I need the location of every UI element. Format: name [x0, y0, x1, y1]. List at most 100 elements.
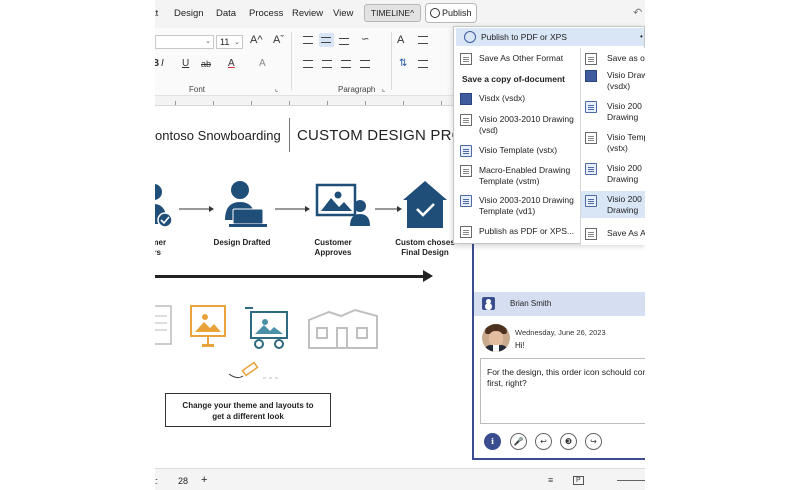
align-middle-button[interactable]	[319, 33, 334, 47]
highlight-button[interactable]: A	[259, 58, 266, 69]
user-icon	[482, 297, 495, 310]
menu-design[interactable]: Design	[174, 8, 204, 19]
customer-icon[interactable]	[155, 184, 173, 228]
ruler-tick	[289, 101, 290, 105]
ribbon-separator	[291, 32, 292, 90]
save-file-icon	[585, 53, 597, 65]
line-spacing-button[interactable]: ⇅	[399, 58, 407, 69]
company-title: ontoso Snowboarding	[155, 128, 281, 143]
save-other-label: Save As Other Format	[479, 53, 564, 63]
font-name-select[interactable]: ⌄	[155, 35, 214, 49]
publish-pdf-item[interactable]: Publish to PDF or XPS •	[456, 28, 644, 46]
comment-date: Wednesday, June 26, 2023	[515, 328, 606, 337]
paragraph-launcher-icon[interactable]: ⌞	[382, 85, 385, 93]
ruler-tick	[213, 101, 214, 105]
reply-input[interactable]: For the design, this order icon schould …	[480, 358, 645, 424]
vsd-file-icon	[585, 101, 597, 113]
ruler-tick	[251, 101, 252, 105]
bold-button[interactable]: B	[155, 58, 159, 69]
menu-process[interactable]: Process	[249, 8, 283, 19]
underline-button[interactable]: U	[182, 58, 189, 69]
image-approval-icon[interactable]	[315, 183, 370, 226]
font-size-select[interactable]: 11 ⌄	[216, 35, 243, 49]
avatar	[482, 324, 510, 352]
align-middle-lines-icon	[321, 37, 331, 43]
justify-button[interactable]	[360, 60, 370, 68]
easel-presentation-icon[interactable]	[190, 305, 226, 347]
process-title: CUSTOM DESIGN PROC	[297, 127, 475, 144]
font-color-button[interactable]: A	[228, 58, 235, 69]
menu-review[interactable]: Review	[292, 8, 323, 19]
step-label-customer-approves: Customer Approves	[314, 238, 352, 257]
zoom-slider[interactable]	[617, 480, 645, 481]
vstx-file-icon	[460, 145, 472, 157]
align-right-button[interactable]	[341, 60, 351, 68]
timeline-arrow-icon	[423, 270, 433, 282]
align-left-button[interactable]	[303, 60, 313, 68]
microphone-button[interactable]: 🎤	[510, 433, 527, 450]
normal-view-icon[interactable]: ≡	[548, 475, 553, 485]
italic-button[interactable]: I	[161, 58, 164, 69]
more-icon: •	[640, 32, 643, 41]
align-bottom-button[interactable]	[339, 38, 349, 45]
add-page-icon[interactable]: +	[201, 474, 207, 486]
step-label-final-design: Custom choses Final Design	[395, 238, 455, 257]
visio-window: tt Design Data Process Review View TIMEL…	[155, 0, 645, 490]
paragraph-spacing-button[interactable]	[418, 60, 428, 68]
publish-icon	[430, 8, 440, 18]
align-center-button[interactable]	[322, 60, 332, 68]
title-divider	[289, 118, 290, 152]
home-check-icon[interactable]	[403, 181, 447, 228]
text-direction-button[interactable]: A	[397, 34, 404, 46]
publish-label: Publish	[442, 8, 472, 18]
info-button[interactable]: ℹ	[484, 433, 501, 450]
vsdx-file-icon	[460, 93, 472, 105]
vstx-file-icon	[585, 132, 597, 144]
timeline-button[interactable]: TIMELINE^	[364, 4, 421, 22]
comment-text: Hi!	[515, 341, 525, 350]
grow-font-button[interactable]: A^	[250, 34, 263, 46]
theme-callout-box[interactable]: Change your theme and layouts to get a d…	[165, 393, 331, 427]
chevron-up-icon: ^	[410, 8, 415, 18]
ruler-tick	[175, 101, 176, 105]
ribbon-separator	[391, 32, 392, 90]
submenu-item-drawing-selected[interactable]: Visio 200 Drawing	[581, 191, 645, 218]
align-top-button[interactable]	[303, 36, 313, 44]
redo-button[interactable]: ↪	[585, 433, 602, 450]
timeline-label: TIMELINE	[370, 8, 411, 18]
pencil-icon[interactable]	[228, 361, 281, 379]
vsd-file-icon	[460, 114, 472, 126]
font-group-label: Font	[189, 85, 206, 94]
menu-bar: tt Design Data Process Review View TIMEL…	[155, 0, 645, 28]
shrink-font-button[interactable]: Aˇ	[273, 34, 284, 46]
presentation-view-icon[interactable]: P	[573, 476, 584, 485]
document-icon[interactable]	[155, 305, 172, 345]
undo-button[interactable]: ↩	[535, 433, 552, 450]
menu-format[interactable]: tt	[155, 8, 158, 19]
ruler-tick	[365, 101, 366, 105]
horizontal-ruler	[155, 96, 471, 106]
undo-icon[interactable]: ↶	[633, 6, 642, 19]
menu-data[interactable]: Data	[216, 8, 236, 19]
arrow-icon	[375, 206, 402, 212]
paragraph-group-label: Paragraph	[338, 85, 376, 94]
process-steps-graphic	[155, 181, 447, 228]
numbered-button[interactable]: ❸	[560, 433, 577, 450]
publish-button[interactable]: Publish	[425, 3, 477, 23]
designer-laptop-icon[interactable]	[225, 181, 267, 227]
comments-pane: Brian Smith Wednesday, June 26, 2023 Hi!…	[472, 244, 645, 460]
publish-pdf-label: Publish to PDF or XPS	[481, 32, 567, 42]
shopping-cart-icon[interactable]	[245, 307, 288, 349]
rotate-text-icon[interactable]: ∽	[361, 34, 369, 45]
font-launcher-icon[interactable]: ⌞	[275, 85, 278, 93]
strikethrough-button[interactable]: ab	[201, 59, 211, 69]
step-label-customer: tomer ers	[155, 238, 167, 257]
font-size-value: 11	[220, 37, 230, 47]
step-label-design-drafted: Design Drafted	[213, 238, 271, 247]
comment-author: Brian Smith	[510, 299, 552, 308]
store-building-icon[interactable]	[308, 308, 378, 349]
menu-view[interactable]: View	[333, 8, 353, 19]
bullets-button[interactable]	[418, 36, 428, 44]
arrow-icon	[179, 206, 214, 212]
pdf-cloud-icon	[464, 31, 476, 43]
